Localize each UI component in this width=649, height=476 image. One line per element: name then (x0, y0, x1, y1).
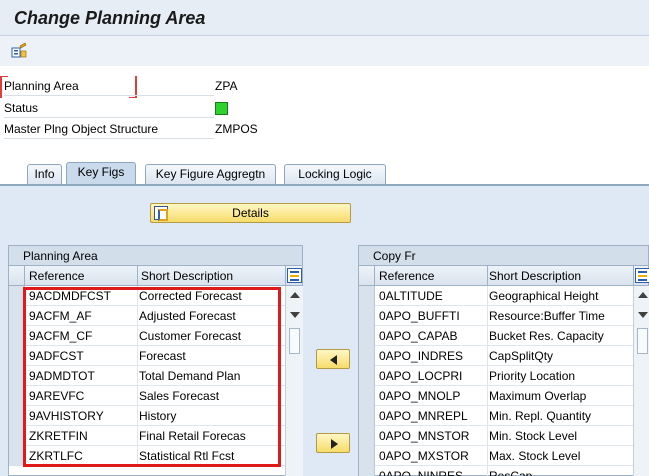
row-selector[interactable] (359, 286, 375, 306)
scroll-down-icon[interactable] (290, 312, 300, 318)
toolbar (0, 36, 649, 66)
table-row[interactable]: 0APO_MNREPL Min. Repl. Quantity (359, 406, 633, 426)
cell-reference: 0APO_INDRES (379, 349, 464, 363)
details-icon (154, 206, 168, 221)
scroll-thumb[interactable] (637, 328, 648, 354)
column-separator (487, 266, 488, 286)
cell-reference: 0ALTITUDE (379, 289, 443, 303)
column-header-short-description[interactable]: Short Description (489, 269, 581, 283)
cell-reference: 0APO_NINRES (379, 469, 464, 476)
cell-reference: 0APO_MXSTOR (379, 449, 469, 463)
planning-area-grid-header: Reference Short Description (9, 266, 302, 286)
cell-short-description: Max. Stock Level (489, 449, 581, 463)
scroll-thumb[interactable] (289, 328, 300, 354)
column-separator (487, 406, 488, 426)
tab-key-figs[interactable]: Key Figs (66, 162, 136, 185)
column-separator (487, 286, 488, 306)
cell-short-description: Resource:Buffer Time (489, 309, 605, 323)
column-header-reference[interactable]: Reference (29, 269, 84, 283)
details-button-label: Details (232, 206, 269, 220)
planning-area-value[interactable]: ZPA (215, 79, 237, 93)
annotation-highlight-box (23, 287, 281, 467)
column-layout-icon[interactable] (635, 268, 649, 283)
scroll-down-icon[interactable] (638, 312, 648, 318)
row-selector[interactable] (359, 306, 375, 326)
cell-short-description: Min. Stock Level (489, 429, 578, 443)
column-separator (285, 266, 286, 286)
copy-from-grid: Copy Fr Reference Short Description 0ALT… (358, 245, 649, 476)
row-selector[interactable] (359, 366, 375, 386)
scroll-up-icon[interactable] (638, 292, 648, 298)
cell-reference: 0APO_MNSTOR (379, 429, 470, 443)
row-selector[interactable] (359, 466, 375, 476)
cell-reference: 0APO_CAPAB (379, 329, 458, 343)
cell-short-description: Maximum Overlap (489, 389, 587, 403)
column-layout-icon[interactable] (287, 268, 302, 283)
row-selector[interactable] (359, 446, 375, 466)
status-label: Status (4, 101, 214, 118)
column-header-short-description[interactable]: Short Description (141, 269, 233, 283)
cell-short-description: Min. Repl. Quantity (489, 409, 592, 423)
cell-reference: 0APO_MNOLP (379, 389, 461, 403)
column-separator (487, 326, 488, 346)
details-button[interactable]: Details (150, 203, 351, 223)
page-title: Change Planning Area (14, 8, 206, 28)
mpos-value[interactable]: ZMPOS (215, 122, 258, 136)
row-selector[interactable] (359, 426, 375, 446)
row-selector[interactable] (359, 326, 375, 346)
cell-short-description: Geographical Height (489, 289, 599, 303)
copy-from-grid-title: Copy Fr (359, 246, 648, 266)
table-row[interactable]: 0APO_BUFFTI Resource:Buffer Time (359, 306, 633, 326)
cell-short-description: Priority Location (489, 369, 576, 383)
scroll-up-icon[interactable] (290, 292, 300, 298)
cell-reference: 0APO_BUFFTI (379, 309, 460, 323)
cell-short-description: CapSplitQty (489, 349, 554, 363)
table-row[interactable]: 0APO_MNSTOR Min. Stock Level (359, 426, 633, 446)
copy-from-scrollbar[interactable] (633, 286, 649, 476)
planning-area-label: Planning Area (4, 79, 214, 96)
select-all-cell[interactable] (9, 266, 25, 286)
mpos-label: Master Plng Object Structure (4, 122, 214, 139)
column-separator (487, 346, 488, 366)
tab-info[interactable]: Info (27, 164, 62, 184)
header-area: Planning Area ZPA Status Master Plng Obj… (0, 66, 649, 156)
planning-area-scrollbar[interactable] (285, 286, 303, 476)
table-row[interactable]: 0ALTITUDE Geographical Height (359, 286, 633, 306)
select-all-cell[interactable] (359, 266, 375, 286)
copy-from-grid-header: Reference Short Description (359, 266, 649, 286)
arrow-right-icon (331, 439, 338, 449)
row-selector[interactable] (359, 406, 375, 426)
column-header-reference[interactable]: Reference (379, 269, 434, 283)
cell-reference: 0APO_LOCPRI (379, 369, 463, 383)
table-row[interactable]: 0APO_CAPAB Bucket Res. Capacity (359, 326, 633, 346)
move-left-button[interactable] (316, 349, 350, 369)
cell-reference: 0APO_MNREPL (379, 409, 468, 423)
tab-locking-logic[interactable]: Locking Logic (284, 164, 386, 184)
column-separator (137, 266, 138, 286)
column-separator (633, 266, 634, 286)
status-green-icon (215, 102, 228, 115)
row-selector[interactable] (359, 346, 375, 366)
cell-short-description: ResCap (489, 469, 533, 476)
tab-strip: Info Key Figs Key Figure Aggregtn Lockin… (0, 156, 649, 186)
column-separator (487, 426, 488, 446)
arrow-left-icon (330, 355, 337, 365)
display-change-icon[interactable] (10, 42, 28, 60)
column-separator (487, 306, 488, 326)
table-row[interactable]: 0APO_NINRES ResCap (359, 466, 633, 476)
title-bar: Change Planning Area (0, 0, 649, 36)
table-row[interactable]: 0APO_LOCPRI Priority Location (359, 366, 633, 386)
row-selector[interactable] (359, 386, 375, 406)
planning-area-grid-title: Planning Area (9, 246, 302, 266)
column-separator (487, 466, 488, 476)
column-separator (487, 366, 488, 386)
tab-key-figure-aggregtn[interactable]: Key Figure Aggregtn (145, 164, 276, 184)
column-separator (487, 386, 488, 406)
column-separator (487, 446, 488, 466)
cell-short-description: Bucket Res. Capacity (489, 329, 604, 343)
table-row[interactable]: 0APO_INDRES CapSplitQty (359, 346, 633, 366)
table-row[interactable]: 0APO_MXSTOR Max. Stock Level (359, 446, 633, 466)
table-row[interactable]: 0APO_MNOLP Maximum Overlap (359, 386, 633, 406)
move-right-button[interactable] (316, 433, 350, 453)
